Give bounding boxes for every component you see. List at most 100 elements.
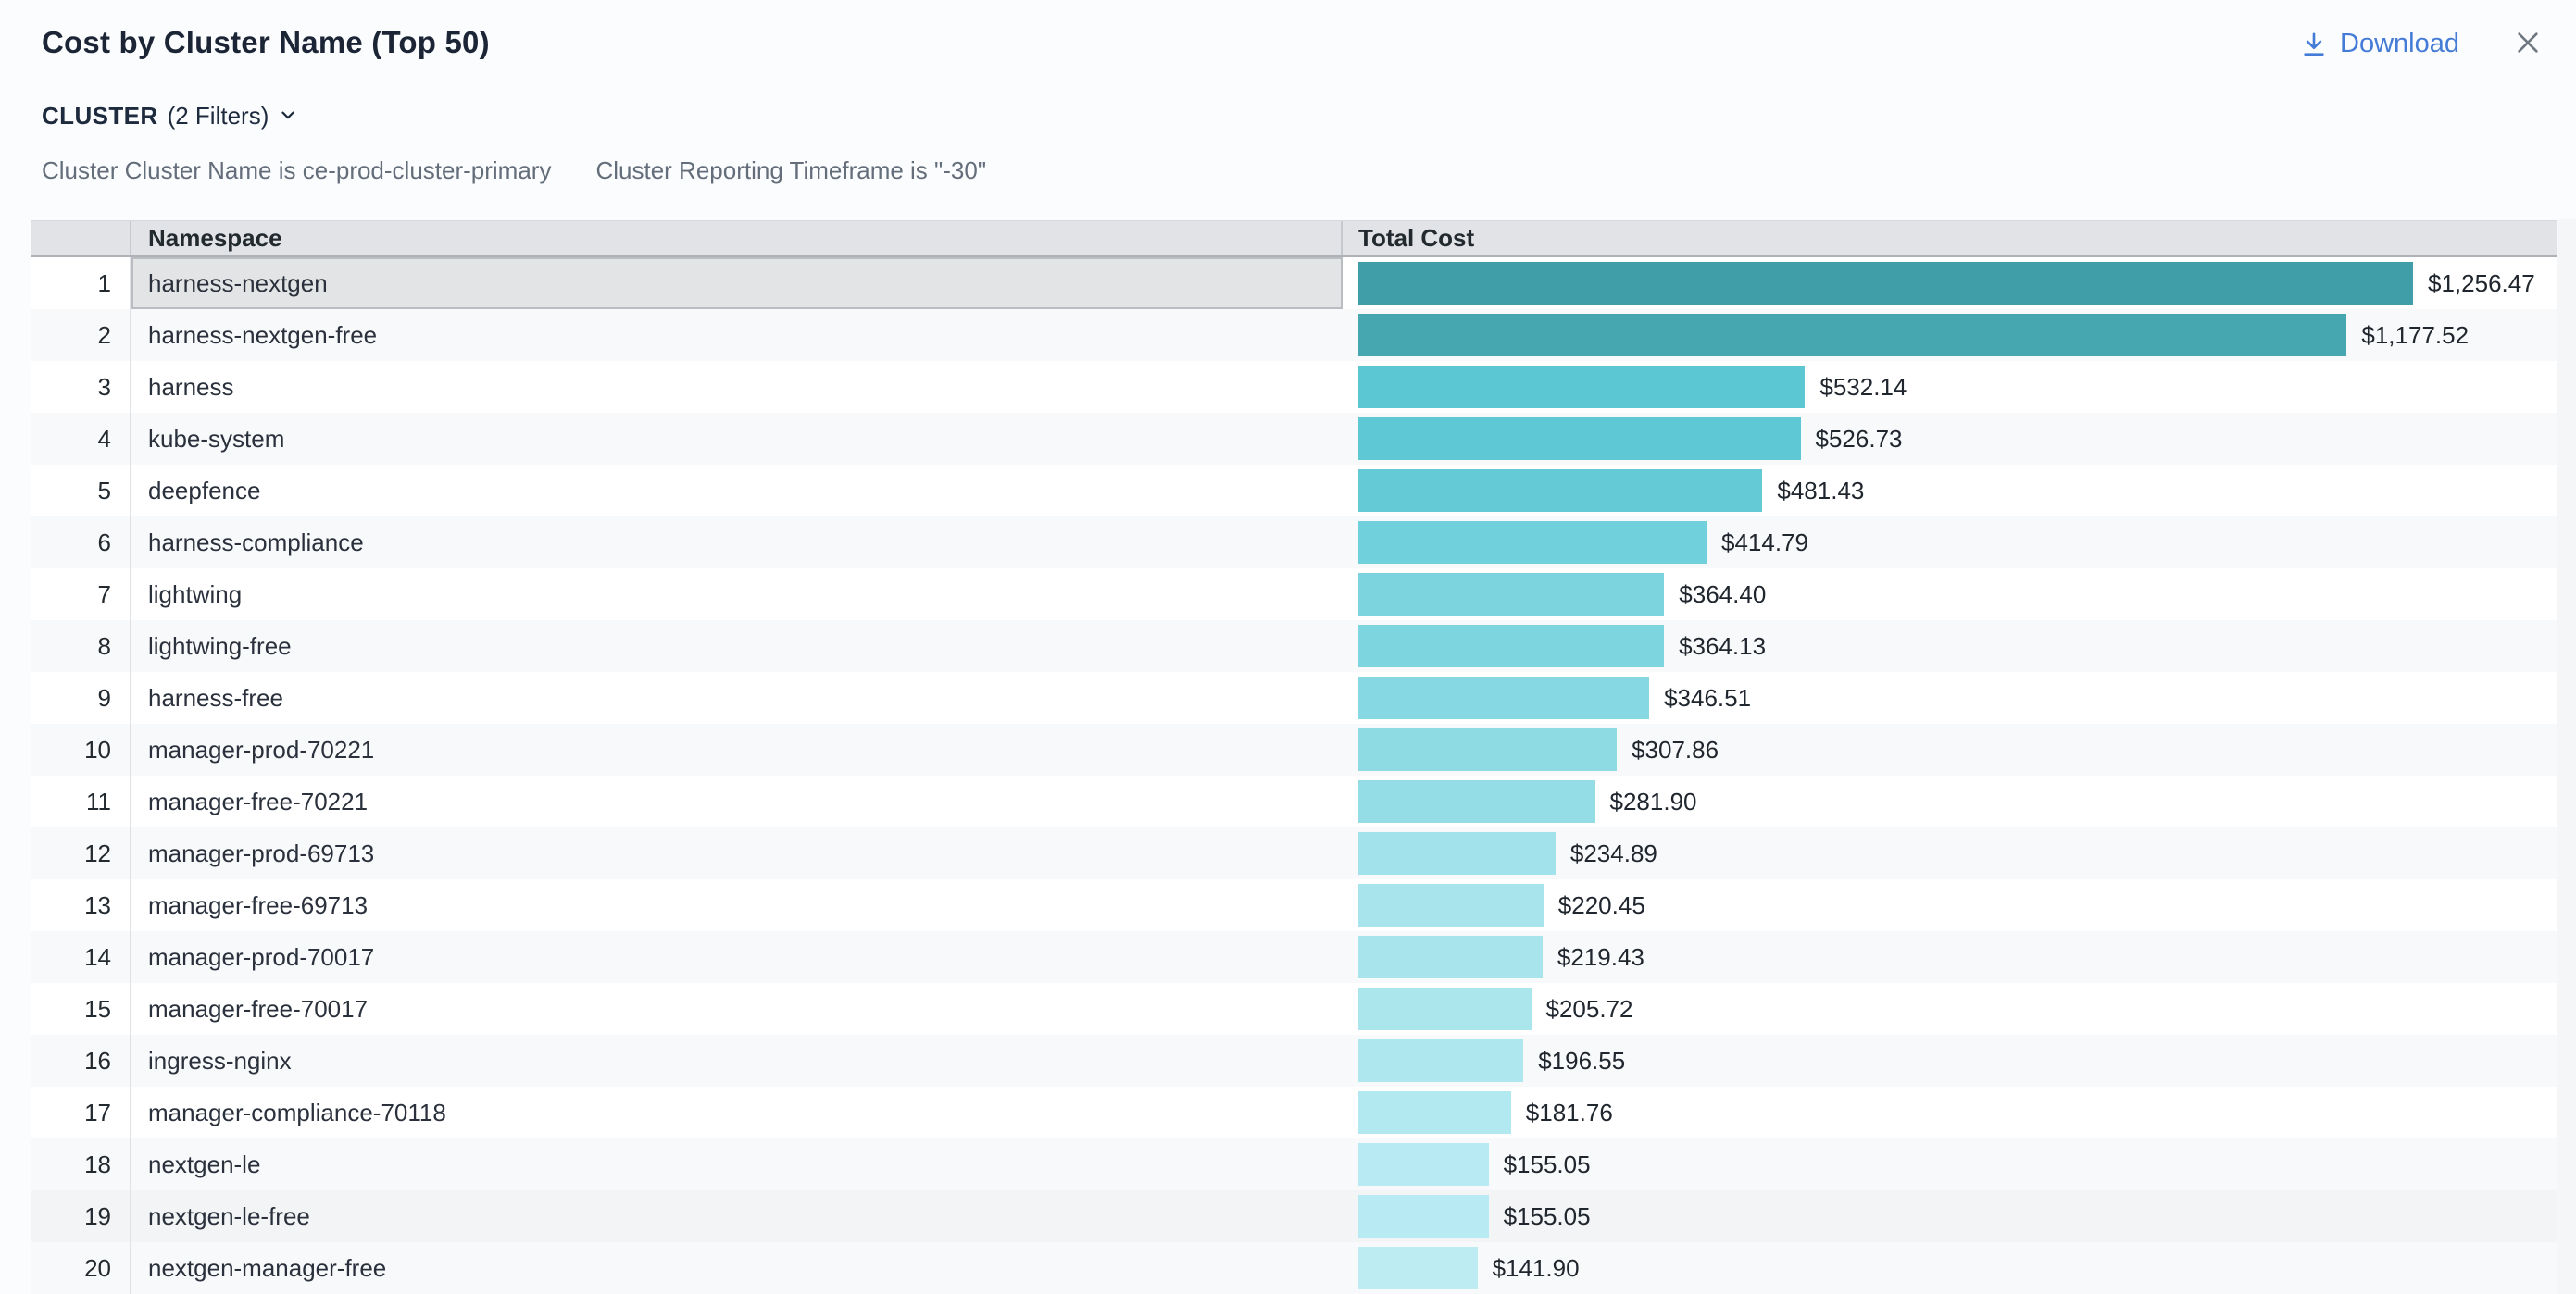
row-namespace[interactable]: lightwing — [131, 568, 1343, 620]
table-row[interactable]: 9harness-free$346.51 — [31, 672, 2557, 724]
table-row[interactable]: 10manager-prod-70221$307.86 — [31, 724, 2557, 776]
table-row[interactable]: 5deepfence$481.43 — [31, 465, 2557, 516]
vertical-scrollbar[interactable] — [2557, 219, 2576, 1294]
cost-bar[interactable] — [1358, 1247, 1478, 1289]
row-namespace[interactable]: manager-prod-70221 — [131, 724, 1343, 776]
cost-bar[interactable] — [1358, 521, 1707, 564]
row-rank: 7 — [31, 568, 131, 620]
cost-bar[interactable] — [1358, 936, 1543, 978]
cost-bar[interactable] — [1358, 832, 1556, 875]
table-row[interactable]: 3harness $532.14 — [31, 361, 2557, 413]
cost-value: $281.90 — [1610, 788, 1697, 816]
row-cost-cell: $307.86 — [1343, 724, 2557, 776]
cost-bar[interactable] — [1358, 314, 2346, 356]
row-namespace[interactable]: manager-free-70221 — [131, 776, 1343, 827]
namespace-column-header[interactable]: Namespace — [131, 221, 1343, 255]
cost-value: $196.55 — [1538, 1047, 1625, 1076]
row-namespace[interactable]: harness-free — [131, 672, 1343, 724]
row-namespace[interactable]: kube-system — [131, 413, 1343, 465]
table-row[interactable]: 2harness-nextgen-free$1,177.52 — [31, 309, 2557, 361]
cost-bar[interactable] — [1358, 884, 1544, 927]
row-cost-cell: $532.14 — [1343, 361, 2557, 413]
row-namespace[interactable]: ingress-nginx — [131, 1035, 1343, 1087]
row-namespace[interactable]: manager-free-70017 — [131, 983, 1343, 1035]
row-cost-cell: $414.79 — [1343, 516, 2557, 568]
cost-bar[interactable] — [1358, 1143, 1489, 1186]
row-rank: 6 — [31, 516, 131, 568]
row-namespace[interactable]: harness-compliance — [131, 516, 1343, 568]
row-cost-cell: $205.72 — [1343, 983, 2557, 1035]
cost-value: $181.76 — [1526, 1099, 1613, 1127]
cost-bar[interactable] — [1358, 677, 1649, 719]
row-cost-cell: $155.05 — [1343, 1190, 2557, 1242]
filter-group-label: CLUSTER — [42, 102, 158, 131]
table-row[interactable]: 17manager-compliance-70118$181.76 — [31, 1087, 2557, 1138]
cost-bar[interactable] — [1358, 1039, 1523, 1082]
cost-bar[interactable] — [1358, 417, 1801, 460]
cost-bar[interactable] — [1358, 625, 1664, 667]
cost-value: $234.89 — [1570, 840, 1657, 868]
row-rank: 16 — [31, 1035, 131, 1087]
cost-value: $364.40 — [1679, 580, 1766, 609]
row-namespace[interactable]: harness-nextgen — [131, 257, 1343, 309]
row-namespace[interactable]: harness — [131, 361, 1343, 413]
close-icon — [2513, 28, 2543, 60]
cost-bar[interactable] — [1358, 780, 1595, 823]
cost-bar[interactable] — [1358, 573, 1664, 616]
row-namespace[interactable]: manager-prod-69713 — [131, 827, 1343, 879]
row-rank: 2 — [31, 309, 131, 361]
table-row[interactable]: 1harness-nextgen$1,256.47 — [31, 257, 2557, 309]
table-row[interactable]: 6harness-compliance$414.79 — [31, 516, 2557, 568]
cost-bar[interactable] — [1358, 1195, 1489, 1238]
cost-value: $532.14 — [1819, 373, 1907, 402]
download-button[interactable]: Download — [2300, 29, 2459, 59]
table-row[interactable]: 12manager-prod-69713$234.89 — [31, 827, 2557, 879]
table-row[interactable]: 13manager-free-69713$220.45 — [31, 879, 2557, 931]
cost-bar[interactable] — [1358, 728, 1617, 771]
row-rank: 11 — [31, 776, 131, 827]
row-rank: 14 — [31, 931, 131, 983]
total-cost-column-header[interactable]: Total Cost — [1343, 221, 2557, 255]
table-row[interactable]: 8lightwing-free$364.13 — [31, 620, 2557, 672]
table-row[interactable]: 7lightwing $364.40 — [31, 568, 2557, 620]
table-row[interactable]: 15manager-free-70017$205.72 — [31, 983, 2557, 1035]
download-icon — [2300, 31, 2328, 58]
table-row[interactable]: 19nextgen-le-free$155.05 — [31, 1190, 2557, 1242]
row-cost-cell: $141.90 — [1343, 1242, 2557, 1294]
filter-group-toggle[interactable]: CLUSTER (2 Filters) — [42, 102, 298, 131]
close-button[interactable] — [2513, 28, 2543, 60]
row-namespace[interactable]: harness-nextgen-free — [131, 309, 1343, 361]
row-namespace[interactable]: manager-prod-70017 — [131, 931, 1343, 983]
row-namespace[interactable]: deepfence — [131, 465, 1343, 516]
row-namespace[interactable]: manager-compliance-70118 — [131, 1087, 1343, 1138]
row-namespace[interactable]: manager-free-69713 — [131, 879, 1343, 931]
cost-bar[interactable] — [1358, 469, 1762, 512]
table-row[interactable]: 18nextgen-le$155.05 — [31, 1138, 2557, 1190]
table-row[interactable]: 16ingress-nginx $196.55 — [31, 1035, 2557, 1087]
row-namespace[interactable]: nextgen-le — [131, 1138, 1343, 1190]
table-row[interactable]: 20nextgen-manager-free$141.90 — [31, 1242, 2557, 1294]
cost-bar[interactable] — [1358, 1091, 1511, 1134]
row-namespace[interactable]: nextgen-manager-free — [131, 1242, 1343, 1294]
panel-header: Cost by Cluster Name (Top 50) Download — [0, 0, 2576, 61]
cost-bar[interactable] — [1358, 366, 1805, 408]
cost-value: $307.86 — [1632, 736, 1719, 765]
row-cost-cell: $196.55 — [1343, 1035, 2557, 1087]
table-row[interactable]: 14manager-prod-70017 $219.43 — [31, 931, 2557, 983]
header-actions: Download — [2300, 28, 2543, 60]
table-row[interactable]: 4kube-system$526.73 — [31, 413, 2557, 465]
row-namespace[interactable]: nextgen-le-free — [131, 1190, 1343, 1242]
row-cost-cell: $1,177.52 — [1343, 309, 2557, 361]
row-rank: 8 — [31, 620, 131, 672]
cost-bar[interactable] — [1358, 262, 2413, 305]
table-body: 1harness-nextgen$1,256.472harness-nextge… — [31, 257, 2557, 1294]
filter-count-label: (2 Filters) — [168, 102, 269, 131]
page-title: Cost by Cluster Name (Top 50) — [42, 24, 490, 61]
filter-condition: Cluster Reporting Timeframe is "-30" — [595, 156, 986, 184]
cost-value: $219.43 — [1557, 943, 1644, 972]
cost-bar[interactable] — [1358, 988, 1532, 1030]
table-row[interactable]: 11manager-free-70221 $281.90 — [31, 776, 2557, 827]
row-namespace[interactable]: lightwing-free — [131, 620, 1343, 672]
cost-value: $141.90 — [1493, 1254, 1580, 1283]
row-rank: 3 — [31, 361, 131, 413]
